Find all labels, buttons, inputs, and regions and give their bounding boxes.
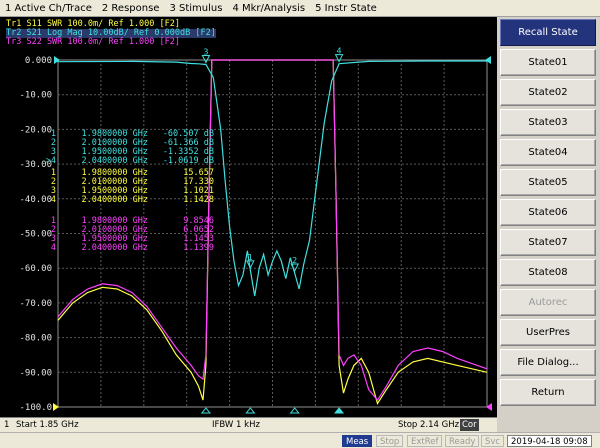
marker-readout-row: >4 2.0400000 GHz -1.0619 dB — [36, 157, 214, 166]
status-datetime: 2019-04-18 09:08 — [507, 435, 592, 447]
status-ready: Ready — [445, 435, 480, 447]
marker-position-icon — [200, 407, 211, 414]
menu-active-ch-trace[interactable]: 1 Active Ch/Trace — [0, 0, 97, 17]
menu-bar: 1 Active Ch/Trace 2 Response 3 Stimulus … — [0, 0, 600, 17]
y-tick-label: -70.00 — [19, 299, 52, 309]
trace-3-header[interactable]: Tr3 S22 SWR 100.0m/ Ref 1.000 [F2] — [6, 38, 180, 47]
marker-3-icon[interactable] — [201, 55, 211, 64]
marker-id: 4 — [50, 243, 56, 253]
softkey-file-dialog[interactable]: File Dialog... — [500, 349, 596, 376]
softkey-state04[interactable]: State04 — [500, 139, 596, 166]
y-tick-label: 0.000 — [25, 56, 52, 66]
marker-position-icon — [334, 407, 345, 414]
status-meas: Meas — [342, 435, 373, 447]
marker-4-label: 4 — [337, 47, 342, 56]
marker-value: -1.0619 dB — [162, 156, 214, 166]
softkey-state01[interactable]: State01 — [500, 49, 596, 76]
softkey-recall-state[interactable]: Recall State — [500, 19, 596, 46]
marker-2-label: 2 — [292, 256, 297, 265]
softkey-state03[interactable]: State03 — [500, 109, 596, 136]
y-tick-label: -80.00 — [19, 334, 52, 344]
menu-response[interactable]: 2 Response — [97, 0, 165, 17]
menu-mkr-analysis[interactable]: 4 Mkr/Analysis — [227, 0, 310, 17]
softkey-autorec[interactable]: Autorec — [500, 289, 596, 316]
measurement-chart[interactable]: 0.000 -10.00 -20.00 -30.00 -40.00 -50.00 -60.0… — [0, 17, 497, 417]
status-stop: Stop — [376, 435, 404, 447]
softkey-state07[interactable]: State07 — [500, 229, 596, 256]
softkey-state08[interactable]: State08 — [500, 259, 596, 286]
marker-frequency: 2.0400000 GHz — [81, 156, 148, 166]
menu-stimulus[interactable]: 3 Stimulus — [164, 0, 227, 17]
marker-readout-row: 4 2.0400000 GHz 1.1428 — [36, 196, 214, 205]
menu-instr-state[interactable]: 5 Instr State — [310, 0, 382, 17]
correction-badge: Cor — [460, 419, 479, 431]
marker-3-label: 3 — [203, 48, 208, 57]
start-frequency[interactable]: Start 1.85 GHz — [16, 420, 79, 430]
softkey-userpres[interactable]: UserPres — [500, 319, 596, 346]
marker-value: 1.1428 — [183, 195, 214, 205]
softkey-state02[interactable]: State02 — [500, 79, 596, 106]
marker-1-icon[interactable] — [246, 260, 255, 270]
status-svc: Svc — [481, 435, 505, 447]
softkey-panel: Recall State State01 State02 State03 State04… — [497, 17, 600, 417]
marker-value: 1.1399 — [183, 243, 214, 253]
marker-4-icon[interactable] — [334, 54, 344, 63]
y-tick-label: -100.0 — [19, 403, 52, 413]
y-tick-label: -10.00 — [19, 91, 52, 101]
marker-position-icon — [289, 407, 300, 414]
marker-1-label: 1 — [248, 253, 253, 262]
reference-right-arrow-icon — [485, 56, 491, 64]
y-tick-label: -90.00 — [19, 368, 52, 378]
status-extref: ExtRef — [407, 435, 443, 447]
stop-frequency[interactable]: Stop 2.14 GHz — [398, 420, 459, 430]
marker-readout-row: 4 2.0400000 GHz 1.1399 — [36, 244, 214, 253]
marker-frequency: 2.0400000 GHz — [81, 195, 148, 205]
marker-frequency: 2.0400000 GHz — [81, 243, 148, 253]
ifbw-value[interactable]: IFBW 1 kHz — [212, 420, 260, 430]
y-tick-label: -60.00 — [19, 264, 52, 274]
instrument-status-line: Meas Stop ExtRef Ready Svc 2019-04-18 09… — [0, 432, 600, 448]
reference-left-arrow-icon — [54, 56, 60, 64]
marker-position-icon — [245, 407, 256, 414]
status-bar: 1 Start 1.85 GHz IFBW 1 kHz Stop 2.14 GH… — [0, 417, 600, 448]
vna-window: 1 Active Ch/Trace 2 Response 3 Stimulus … — [0, 0, 600, 448]
marker-id: 4 — [50, 195, 56, 205]
softkey-state06[interactable]: State06 — [500, 199, 596, 226]
marker-2-icon[interactable] — [290, 263, 299, 273]
softkey-return[interactable]: Return — [500, 379, 596, 406]
marker-id: >4 — [45, 156, 56, 166]
softkey-state05[interactable]: State05 — [500, 169, 596, 196]
stimulus-line: 1 Start 1.85 GHz IFBW 1 kHz Stop 2.14 GH… — [0, 417, 497, 432]
channel-number: 1 — [4, 420, 10, 430]
